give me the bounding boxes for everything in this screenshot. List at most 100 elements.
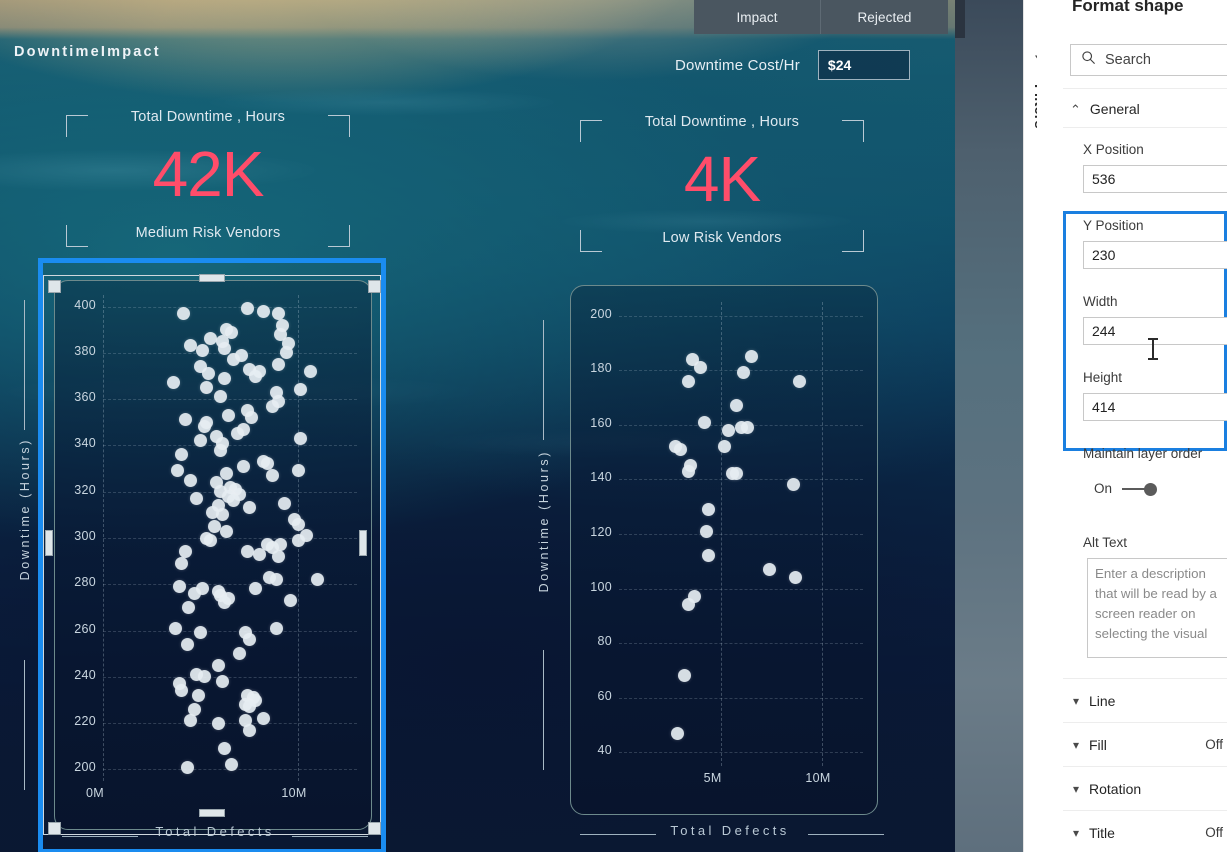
section-line-header[interactable]: ▾ Line	[1063, 678, 1227, 722]
scatter-point[interactable]	[272, 357, 286, 371]
scatter-point[interactable]	[241, 302, 255, 316]
section-rotation-header[interactable]: ▾ Rotation	[1063, 766, 1227, 810]
resize-handle-middle-left[interactable]	[45, 530, 53, 556]
scatter-point[interactable]	[241, 545, 255, 559]
scatter-point[interactable]	[278, 496, 292, 510]
scatter-point[interactable]	[270, 621, 284, 635]
section-general-header[interactable]: General	[1070, 92, 1227, 126]
scatter-point[interactable]	[248, 369, 262, 383]
scatter-point[interactable]	[243, 723, 257, 737]
page-tabs[interactable]: Impact Rejected	[694, 0, 948, 34]
scatter-point[interactable]	[744, 350, 758, 364]
scatter-point[interactable]	[215, 674, 229, 688]
resize-handle-bottom-center[interactable]	[199, 809, 225, 817]
scatter-point[interactable]	[248, 582, 262, 596]
scatter-point[interactable]	[219, 524, 233, 538]
scatter-point[interactable]	[227, 353, 241, 367]
scatter-point[interactable]	[673, 442, 687, 456]
scatter-point[interactable]	[793, 374, 807, 388]
scatter-point[interactable]	[718, 440, 732, 454]
scatter-point[interactable]	[243, 633, 257, 647]
kpi-card-low-risk[interactable]: Total Downtime , Hours 4K Low Risk Vendo…	[572, 110, 872, 260]
resize-handle-bottom-left[interactable]	[48, 822, 61, 835]
scatter-point[interactable]	[697, 415, 711, 429]
scatter-point[interactable]	[293, 383, 307, 397]
scatter-point[interactable]	[166, 376, 180, 390]
section-fill-header[interactable]: ▾ Fill Off	[1063, 722, 1227, 766]
scatter-point[interactable]	[182, 600, 196, 614]
report-canvas[interactable]: Impact Rejected DowntimeImpact Downtime …	[0, 0, 955, 852]
section-title-header[interactable]: ▾ Title Off	[1063, 810, 1227, 852]
scatter-point[interactable]	[291, 533, 305, 547]
scatter-point[interactable]	[174, 684, 188, 698]
scatter-point[interactable]	[762, 562, 776, 576]
scatter-point[interactable]	[190, 492, 204, 506]
scatter-point[interactable]	[168, 621, 182, 635]
scatter-point[interactable]	[200, 381, 214, 395]
scatter-point[interactable]	[671, 726, 685, 740]
scatter-point[interactable]	[184, 473, 198, 487]
scatter-plot-area[interactable]	[619, 302, 863, 766]
scatter-point[interactable]	[203, 332, 217, 346]
scatter-point[interactable]	[211, 658, 225, 672]
scatter-point[interactable]	[736, 366, 750, 380]
scatter-point[interactable]	[280, 346, 294, 360]
scatter-point[interactable]	[217, 371, 231, 385]
scatter-point[interactable]	[272, 550, 286, 563]
scatter-point[interactable]	[213, 390, 227, 404]
scatter-point[interactable]	[180, 760, 194, 774]
maintain-layer-order-toggle-row[interactable]: On	[1094, 481, 1160, 496]
resize-handle-top-center[interactable]	[199, 274, 225, 282]
scatter-point[interactable]	[740, 421, 754, 435]
tab-rejected[interactable]: Rejected	[821, 0, 948, 34]
resize-handle-middle-right[interactable]	[359, 530, 367, 556]
scatter-point[interactable]	[215, 508, 229, 522]
scatter-point[interactable]	[198, 670, 212, 684]
scatter-point[interactable]	[701, 502, 715, 516]
resize-handle-top-right[interactable]	[368, 280, 381, 293]
scatter-point[interactable]	[180, 637, 194, 651]
scatter-point[interactable]	[221, 408, 235, 422]
scatter-point[interactable]	[192, 688, 206, 702]
y-position-input[interactable]: 230	[1083, 241, 1227, 269]
scatter-point[interactable]	[681, 374, 695, 388]
scatter-point[interactable]	[722, 423, 736, 437]
alt-text-input[interactable]: Enter a description that will be read by…	[1087, 558, 1227, 658]
scatter-point[interactable]	[237, 459, 251, 473]
height-input[interactable]: 414	[1083, 393, 1227, 421]
scatter-point[interactable]	[194, 626, 208, 640]
scatter-point[interactable]	[291, 464, 305, 478]
scatter-point[interactable]	[217, 742, 231, 756]
scatter-point[interactable]	[231, 427, 245, 441]
scatter-point[interactable]	[184, 714, 198, 728]
scatter-point[interactable]	[207, 519, 221, 533]
scatter-point[interactable]	[211, 716, 225, 730]
scatter-point[interactable]	[284, 593, 298, 607]
scatter-point[interactable]	[693, 361, 707, 374]
scatter-point[interactable]	[170, 464, 184, 478]
downtime-cost-input[interactable]: $24	[817, 50, 910, 80]
scatter-point[interactable]	[243, 700, 257, 714]
scatter-point[interactable]	[174, 556, 188, 570]
scatter-point[interactable]	[213, 443, 227, 457]
scatter-point[interactable]	[677, 669, 691, 683]
scatter-point[interactable]	[196, 344, 210, 358]
scatter-point[interactable]	[303, 364, 317, 378]
scatter-point[interactable]	[176, 307, 190, 320]
scatter-plot-area[interactable]	[103, 295, 357, 781]
scatter-point[interactable]	[244, 411, 258, 425]
scatter-point[interactable]	[227, 494, 241, 508]
scatter-point[interactable]	[687, 590, 701, 604]
scatter-point[interactable]	[272, 307, 286, 320]
format-pane-search-input[interactable]: Search	[1070, 44, 1227, 76]
scatter-point[interactable]	[233, 647, 247, 661]
scatter-point[interactable]	[172, 580, 186, 594]
scatter-point[interactable]	[198, 420, 212, 434]
maintain-layer-order-toggle[interactable]	[1122, 482, 1160, 496]
x-position-input[interactable]: 536	[1083, 165, 1227, 193]
scatter-point[interactable]	[202, 367, 215, 381]
kpi-card-medium-risk[interactable]: Total Downtime , Hours 42K Medium Risk V…	[58, 105, 358, 255]
scatter-point[interactable]	[681, 464, 695, 478]
scatter-point[interactable]	[188, 587, 202, 601]
scatter-point[interactable]	[256, 712, 270, 725]
